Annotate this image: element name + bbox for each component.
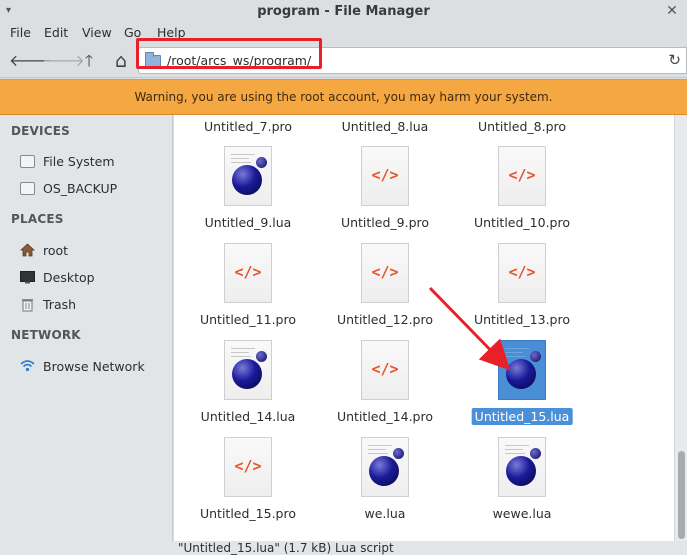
sidebar-item-file-system[interactable]: File System <box>18 151 115 171</box>
home-icon <box>18 242 36 258</box>
file-item[interactable]: </> Untitled_11.pro <box>188 243 308 335</box>
file-item[interactable]: </> Untitled_10.pro <box>462 146 582 238</box>
sidebar-item-label: File System <box>43 153 115 169</box>
code-file-icon: </> <box>224 243 272 303</box>
network-heading: NETWORK <box>11 328 81 342</box>
forward-arrow-icon[interactable]: 🡒 <box>42 51 85 71</box>
file-item[interactable]: we.lua <box>325 437 445 529</box>
root-warning-bar: Warning, you are using the root account,… <box>0 79 687 115</box>
close-icon[interactable]: ✕ <box>663 2 681 20</box>
menu-bar: File Edit View Go Help <box>0 23 687 43</box>
file-label: Untitled_9.pro <box>340 215 430 230</box>
annotation-highlight-box <box>136 38 322 69</box>
file-item-selected[interactable]: Untitled_15.lua <box>462 340 582 432</box>
file-view[interactable]: Untitled_7.pro Untitled_8.lua Untitled_8… <box>174 115 674 541</box>
sidebar: DEVICES File System OS_BACKUP PLACES roo… <box>0 115 173 541</box>
code-file-icon: </> <box>498 146 546 206</box>
file-label: Untitled_10.pro <box>473 215 571 230</box>
reload-icon[interactable]: ↻ <box>668 51 681 69</box>
file-item[interactable]: </> Untitled_13.pro <box>462 243 582 335</box>
wifi-icon <box>18 358 36 374</box>
file-label: Untitled_11.pro <box>199 312 297 327</box>
sidebar-item-label: Desktop <box>43 269 95 285</box>
file-label: Untitled_8.pro <box>477 119 567 134</box>
file-item[interactable]: Untitled_8.pro <box>462 115 582 134</box>
code-file-icon: </> <box>361 340 409 400</box>
sidebar-footer <box>0 541 174 555</box>
places-heading: PLACES <box>11 212 64 226</box>
file-label: Untitled_14.pro <box>336 409 434 424</box>
menu-view[interactable]: View <box>82 25 112 40</box>
vertical-scrollbar[interactable] <box>674 115 687 541</box>
code-file-icon: </> <box>361 243 409 303</box>
lua-file-icon <box>224 340 272 400</box>
file-label: Untitled_8.lua <box>341 119 429 134</box>
trash-icon <box>18 296 36 312</box>
code-file-icon: </> <box>361 146 409 206</box>
file-item[interactable]: </> Untitled_12.pro <box>325 243 445 335</box>
file-item[interactable]: Untitled_7.pro <box>188 115 308 134</box>
back-arrow-icon[interactable]: 🡐 <box>9 51 52 71</box>
file-item[interactable]: Untitled_8.lua <box>325 115 445 134</box>
sidebar-item-label: Browse Network <box>43 358 145 374</box>
file-label: Untitled_13.pro <box>473 312 571 327</box>
devices-heading: DEVICES <box>11 124 70 138</box>
code-file-icon: </> <box>224 437 272 497</box>
file-item[interactable]: </> Untitled_15.pro <box>188 437 308 529</box>
sidebar-item-label: root <box>43 242 69 258</box>
lua-file-icon <box>361 437 409 497</box>
file-label: we.lua <box>364 506 406 521</box>
file-label: Untitled_14.lua <box>200 409 296 424</box>
window-title: program - File Manager <box>257 4 430 19</box>
file-item[interactable]: wewe.lua <box>462 437 582 529</box>
sidebar-item-os-backup[interactable]: OS_BACKUP <box>18 178 117 198</box>
sidebar-item-label: OS_BACKUP <box>43 180 118 196</box>
home-icon[interactable]: ⌂ <box>110 51 132 71</box>
code-file-icon: </> <box>498 243 546 303</box>
lua-file-icon <box>498 340 546 400</box>
scrollbar-thumb[interactable] <box>678 451 685 539</box>
file-label: wewe.lua <box>492 506 552 521</box>
file-label: Untitled_12.pro <box>336 312 434 327</box>
menu-file[interactable]: File <box>10 25 31 40</box>
file-item[interactable]: Untitled_9.lua <box>188 146 308 238</box>
status-text: "Untitled_15.lua" (1.7 kB) Lua script <box>178 541 394 555</box>
file-label-selected: Untitled_15.lua <box>471 408 573 425</box>
file-label: Untitled_9.lua <box>204 215 292 230</box>
sidebar-item-browse-network[interactable]: Browse Network <box>18 356 145 376</box>
lua-file-icon <box>498 437 546 497</box>
drive-icon <box>18 180 36 196</box>
toolbar: 🡐 🡒 🡑 ⌂ /root/arcs_ws/program/ ↻ <box>0 43 687 78</box>
lua-file-icon <box>224 146 272 206</box>
file-label: Untitled_7.pro <box>203 119 293 134</box>
file-item[interactable]: </> Untitled_9.pro <box>325 146 445 238</box>
sidebar-item-root[interactable]: root <box>18 240 68 260</box>
warning-text: Warning, you are using the root account,… <box>134 90 553 104</box>
title-bar: ▾ program - File Manager ✕ <box>0 0 687 23</box>
drive-icon <box>18 153 36 169</box>
file-label: Untitled_15.pro <box>199 506 297 521</box>
file-item[interactable]: </> Untitled_14.pro <box>325 340 445 432</box>
desktop-icon <box>18 269 36 285</box>
sidebar-item-label: Trash <box>43 296 77 312</box>
sidebar-item-desktop[interactable]: Desktop <box>18 267 95 287</box>
up-arrow-icon[interactable]: 🡑 <box>78 51 100 71</box>
menu-edit[interactable]: Edit <box>44 25 68 40</box>
sidebar-item-trash[interactable]: Trash <box>18 294 76 314</box>
file-item[interactable]: Untitled_14.lua <box>188 340 308 432</box>
status-bar: "Untitled_15.lua" (1.7 kB) Lua script <box>174 541 687 555</box>
